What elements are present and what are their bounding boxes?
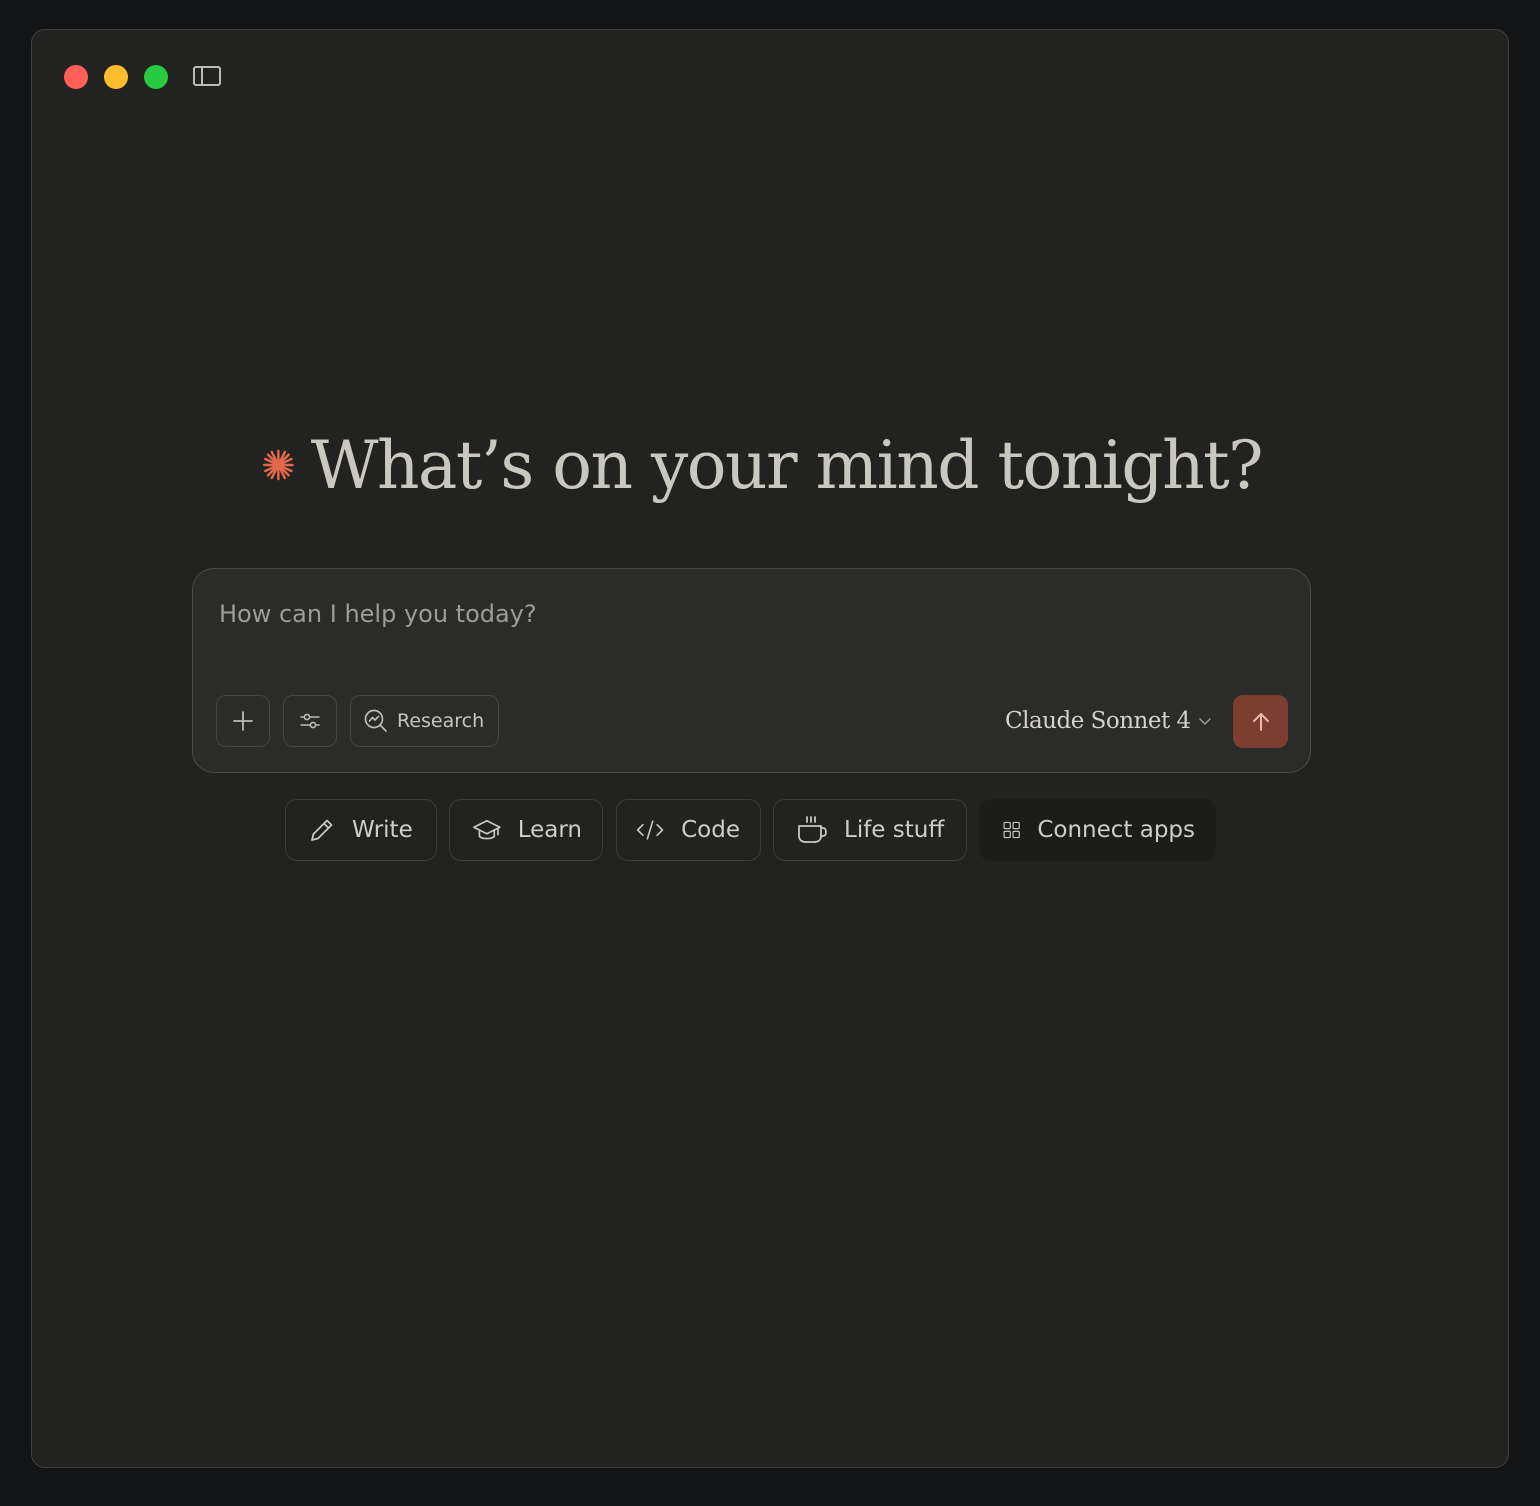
research-search-icon (364, 709, 387, 732)
suggestion-label: Learn (517, 817, 582, 843)
chevron-down-icon (1198, 718, 1211, 725)
greeting-title: What’s on your mind tonight? (310, 426, 1264, 504)
greeting: What’s on your mind tonight? (262, 420, 1264, 510)
prompt-input[interactable] (217, 593, 1281, 635)
suggestion-label: Life stuff (844, 817, 945, 843)
sliders-icon (300, 713, 320, 729)
suggestion-learn[interactable]: Learn (449, 799, 603, 861)
composer: Research Claude Sonnet 4 (192, 568, 1311, 773)
add-attachment-button[interactable] (216, 695, 270, 747)
tools-button[interactable] (283, 695, 337, 747)
apps-grid-icon (1003, 821, 1020, 839)
suggestion-label: Write (352, 817, 413, 843)
suggestion-code[interactable]: Code (616, 799, 761, 861)
arrow-up-icon (1252, 712, 1269, 731)
window-minimize-button[interactable] (104, 65, 128, 89)
plus-icon (233, 711, 253, 731)
window-close-button[interactable] (64, 65, 88, 89)
send-button[interactable] (1233, 695, 1288, 748)
research-button[interactable]: Research (350, 695, 499, 747)
claude-spark-icon (262, 449, 294, 481)
suggestion-connect-apps[interactable]: Connect apps (979, 799, 1216, 861)
model-selector[interactable]: Claude Sonnet 4 (1005, 699, 1213, 743)
suggestion-write[interactable]: Write (285, 799, 437, 861)
window-maximize-button[interactable] (144, 65, 168, 89)
pencil-icon (311, 819, 333, 841)
suggestion-label: Code (681, 817, 740, 843)
research-label: Research (397, 710, 485, 732)
sidebar-toggle-button[interactable] (192, 64, 222, 88)
graduation-cap-icon (473, 819, 501, 840)
code-icon (636, 820, 664, 840)
suggestion-life-stuff[interactable]: Life stuff (773, 799, 967, 861)
suggestion-chips: Write Learn Code Life stuff Connect apps (32, 799, 1508, 863)
model-label: Claude Sonnet 4 (1005, 708, 1191, 734)
app-window: What’s on your mind tonight? How can I h… (31, 29, 1509, 1468)
coffee-cup-icon (798, 816, 827, 843)
sidebar-icon (193, 66, 221, 86)
suggestion-label: Connect apps (1037, 817, 1195, 843)
